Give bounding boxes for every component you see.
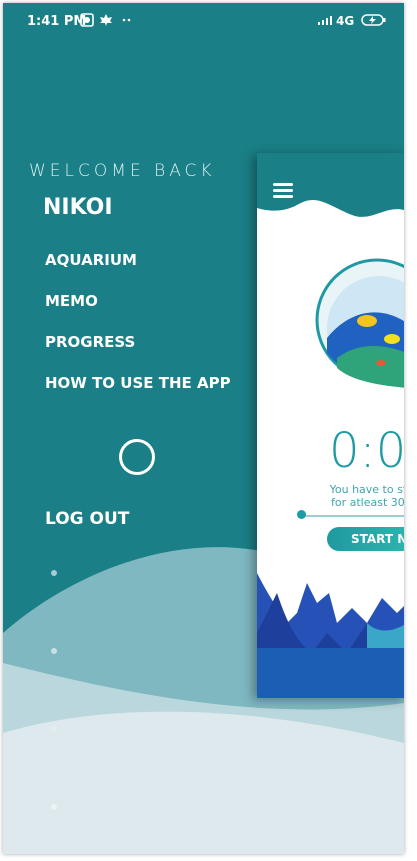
main-screen-card[interactable]: 0:0 You have to stay for atleast 30 m ST… bbox=[257, 153, 404, 698]
hint-text: You have to stay for atleast 30 m bbox=[315, 483, 404, 509]
network-type: 4G bbox=[336, 14, 355, 28]
username: NIKOI bbox=[43, 195, 113, 220]
status-bar: 1:41 PM 4G bbox=[3, 3, 404, 39]
leaf-icon bbox=[100, 14, 112, 26]
menu-item-aquarium[interactable]: AQUARIUM bbox=[45, 251, 137, 269]
hint-line-2: for atleast 30 m bbox=[331, 496, 404, 509]
phone-screen: 1:41 PM 4G WELCOME BACK NIKOI AQUARIUM M… bbox=[3, 3, 404, 854]
start-button[interactable]: START N bbox=[327, 527, 404, 551]
menu-item-memo[interactable]: MEMO bbox=[45, 292, 98, 310]
ring-icon[interactable] bbox=[119, 439, 155, 475]
signal-icon bbox=[318, 16, 332, 25]
welcome-heading: WELCOME BACK bbox=[29, 161, 216, 181]
menu-item-how-to-use[interactable]: HOW TO USE THE APP bbox=[45, 374, 231, 392]
duration-slider-track[interactable] bbox=[303, 515, 404, 517]
hamburger-menu-icon[interactable] bbox=[273, 183, 295, 199]
menu-item-progress[interactable]: PROGRESS bbox=[45, 333, 135, 351]
more-notifications-icon bbox=[122, 18, 131, 22]
duration-slider-knob[interactable] bbox=[297, 510, 306, 519]
battery-charging-icon bbox=[361, 14, 386, 26]
hint-line-1: You have to stay bbox=[329, 483, 404, 496]
logout-button[interactable]: LOG OUT bbox=[45, 509, 129, 529]
status-time: 1:41 PM bbox=[27, 14, 87, 29]
timer-display: 0:0 bbox=[329, 423, 404, 479]
screen-record-icon bbox=[80, 13, 94, 27]
